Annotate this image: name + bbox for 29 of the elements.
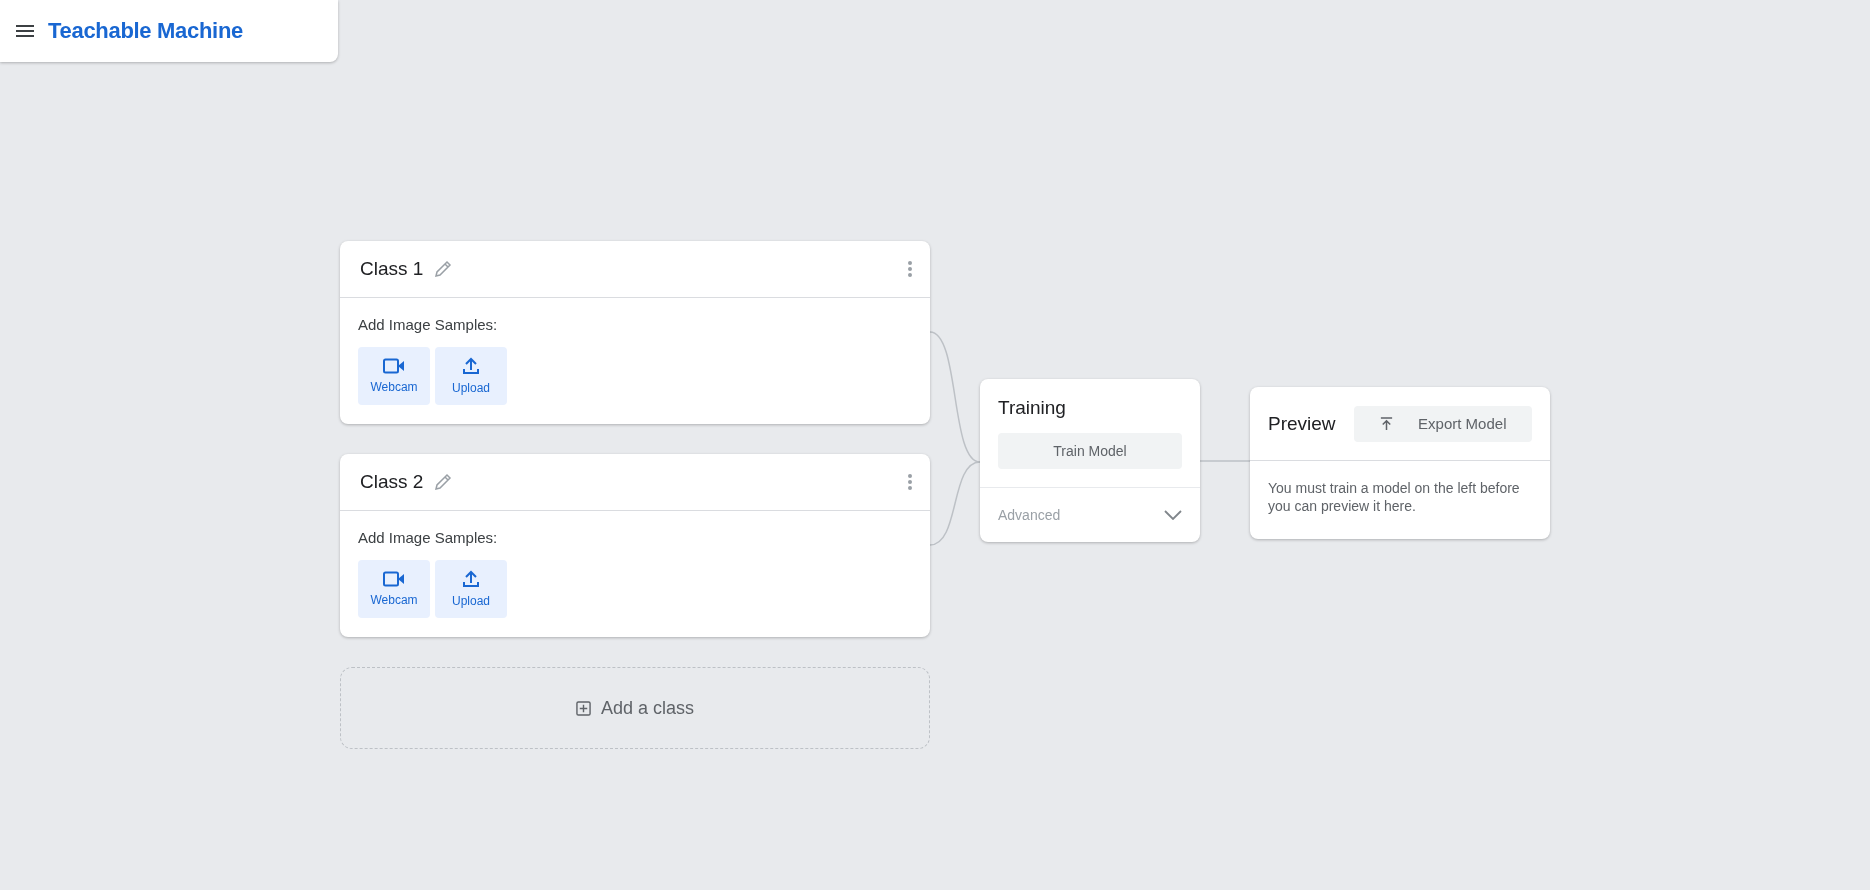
preview-title: Preview (1268, 412, 1336, 435)
pencil-icon[interactable] (433, 259, 454, 279)
class-name: Class 1 (360, 258, 424, 280)
webcam-button[interactable]: Webcam (358, 347, 430, 405)
advanced-toggle[interactable]: Advanced (980, 488, 1200, 542)
chevron-icon (1164, 510, 1182, 520)
class-name: Class 2 (360, 471, 424, 493)
video-camera-icon (383, 358, 405, 374)
pencil-icon[interactable] (433, 472, 454, 492)
add-class-button[interactable]: Add a class (340, 667, 930, 749)
plus-square-icon (575, 700, 591, 716)
samples-label: Add Image Samples: (358, 529, 499, 546)
connector-line (1199, 460, 1251, 462)
upload-button[interactable]: Upload (435, 347, 507, 405)
preview-message: You must train a model on the left before you can preview it here. (1267, 479, 1521, 516)
upload-arrow-icon (1379, 416, 1395, 431)
upload-icon (462, 357, 480, 375)
export-model-button[interactable]: Export Model (1353, 405, 1532, 442)
video-camera-icon (383, 571, 405, 587)
upload-icon (462, 570, 480, 588)
train-model-button[interactable]: Train Model (998, 433, 1182, 469)
app-title[interactable]: Teachable Machine (48, 18, 243, 44)
upload-button[interactable]: Upload (435, 560, 507, 618)
more-options-icon[interactable] (908, 261, 912, 277)
more-options-icon[interactable] (908, 474, 912, 490)
menu-icon[interactable] (16, 25, 34, 37)
training-title: Training (998, 397, 1067, 419)
samples-label: Add Image Samples: (358, 316, 499, 333)
webcam-button[interactable]: Webcam (358, 560, 430, 618)
